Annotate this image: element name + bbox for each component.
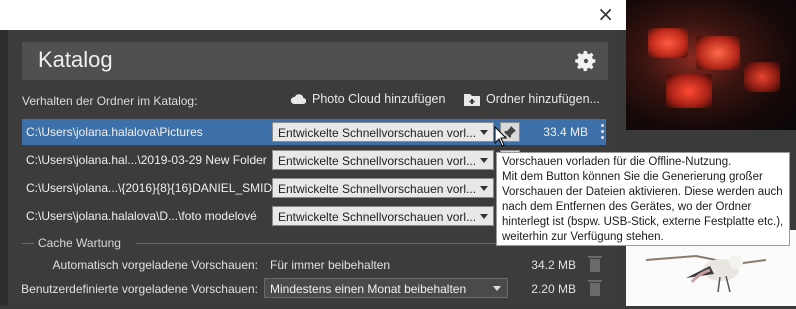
trash-icon[interactable] [588,256,602,272]
section-divider [22,243,34,244]
chevron-down-icon [493,286,501,291]
tooltip-line: Vorschauen der Dateien aktivieren. Diese… [502,186,783,198]
add-folder-label: Ordner hinzufügen... [486,92,600,106]
preview-mode-value: Entwickelte Schnellvorschauen vorl... [278,126,477,140]
left-edge-strip [0,30,8,306]
tooltip-line: Vorschauen vorladen für die Offline-Nutz… [502,156,732,168]
background-photo-candles [626,0,796,130]
trash-icon[interactable] [588,280,602,296]
custom-preload-label: Benutzerdefinierte vorgeladene Vorschaue… [21,282,258,296]
folder-add-icon [464,93,480,106]
page-title: Katalog [38,47,113,72]
preview-mode-select[interactable]: Entwickelte Schnellvorschauen vorl... [272,122,494,142]
chevron-down-icon [480,186,488,191]
add-photo-cloud-button[interactable]: Photo Cloud hinzufügen [290,92,445,106]
preview-mode-select[interactable]: Entwickelte Schnellvorschauen vorl... [272,206,494,226]
folder-path: C:\Users\jolana.hal...\2019-03-29 New Fo… [26,153,267,167]
auto-preload-label: Automatisch vorgeladene Vorschauen: [52,258,258,272]
gear-icon[interactable] [574,49,598,73]
preview-mode-value: Entwickelte Schnellvorschauen vorl... [278,154,477,168]
chevron-down-icon [480,158,488,163]
more-options-icon[interactable] [600,123,604,141]
custom-preload-select[interactable]: Mindestens einen Monat beibehalten [264,278,508,298]
folder-row[interactable]: C:\Users\jolana.halalova\Pictures Entwic… [22,119,606,145]
custom-preload-size: 2.20 MB [531,282,576,296]
preview-mode-select[interactable]: Entwickelte Schnellvorschauen vorl... [272,178,494,198]
mouse-cursor-icon [494,126,508,147]
add-folder-button[interactable]: Ordner hinzufügen... [464,92,600,106]
chevron-down-icon [480,214,488,219]
add-photo-cloud-label: Photo Cloud hinzufügen [312,92,446,106]
folder-path: C:\Users\jolana.halalova\D...\foto model… [26,209,257,223]
cache-section-label: Cache Wartung [38,236,121,250]
close-icon[interactable]: × [597,3,614,25]
folder-path: C:\Users\jolana...\{2016}{8}{16}DANIEL_S… [26,181,273,195]
tooltip-line: weiterhin zur Verfügung stehen. [502,231,664,243]
cloud-icon [290,94,306,105]
preview-mode-value: Entwickelte Schnellvorschauen vorl... [278,182,477,196]
chevron-down-icon [480,130,488,135]
tooltip-line: nach dem Entfernen des Gerätes, wo der O… [502,201,752,213]
folders-section-label: Verhalten der Ordner im Katalog: [22,94,198,108]
catalog-header: Katalog [22,42,608,80]
folder-path: C:\Users\jolana.halalova\Pictures [26,125,203,139]
tooltip-line: Mit dem Button können Sie die Generierun… [502,171,763,183]
preload-tooltip: Vorschauen vorladen für die Offline-Nutz… [496,152,790,246]
preview-mode-select[interactable]: Entwickelte Schnellvorschauen vorl... [272,150,494,170]
auto-preload-size: 34.2 MB [531,258,576,272]
tooltip-line: hinterlegt ist (bspw. USB-Stick, externe… [502,216,784,228]
preview-mode-value: Entwickelte Schnellvorschauen vorl... [278,210,477,224]
auto-preload-value: Für immer beibehalten [270,258,391,272]
folder-size: 33.4 MB [543,125,588,139]
window-titlebar: × [0,0,626,30]
custom-preload-value: Mindestens einen Monat beibehalten [270,282,467,296]
